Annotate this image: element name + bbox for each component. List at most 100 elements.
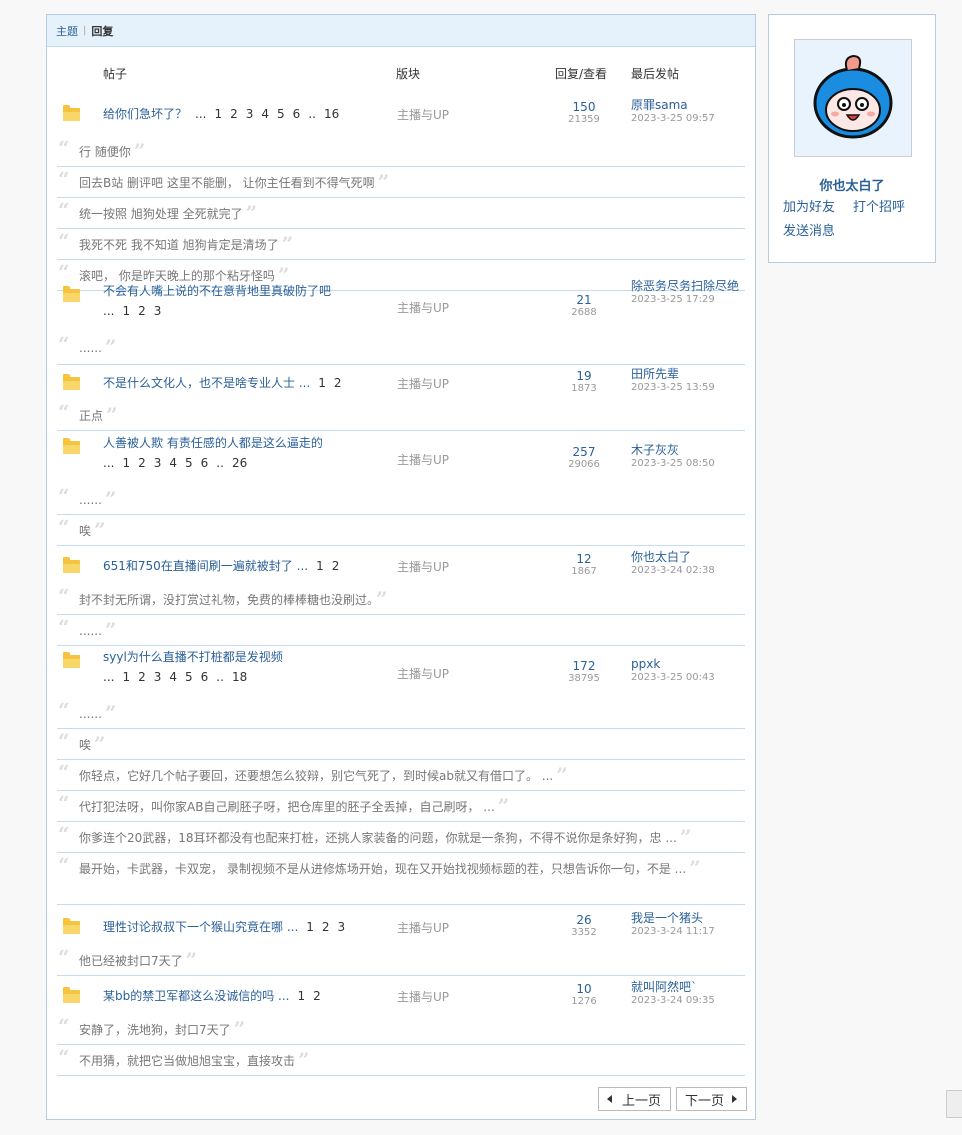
reply-quote[interactable]: “ 统一按照 旭狗处理 全死就完了” xyxy=(57,198,745,229)
page-link[interactable]: 1 xyxy=(122,456,130,470)
thread-title-link[interactable]: 理性讨论叔叔下一个猴山究竟在哪 ... xyxy=(103,920,298,934)
page-link[interactable]: 4 xyxy=(169,456,177,470)
page-link[interactable]: ... xyxy=(195,107,206,121)
page-link[interactable]: 2 xyxy=(332,559,340,573)
last-post-user[interactable]: 木子灰灰 xyxy=(631,443,751,457)
page-link[interactable]: .. xyxy=(216,456,224,470)
thread-title-link[interactable]: 人善被人欺 有责任感的人都是这么逼走的 xyxy=(103,436,323,450)
page-link[interactable]: 2 xyxy=(313,989,321,1003)
page-link[interactable]: 1 xyxy=(316,559,324,573)
page-link[interactable]: 16 xyxy=(324,107,339,121)
close-quote-icon: ” xyxy=(689,856,701,880)
last-post-user[interactable]: 我是一个猪头 xyxy=(631,911,751,925)
thread-forum[interactable]: 主播与UP xyxy=(397,299,449,316)
last-post-user[interactable]: 就叫阿然吧` xyxy=(631,980,751,994)
thread-title-link[interactable]: 不是什么文化人，也不是啥专业人士 ... xyxy=(103,376,310,390)
reply-quote[interactable]: “ 最开始，卡武器，卡双宠， 录制视频不是从进修炼场开始，现在又开始找视频标题的茬… xyxy=(57,853,745,905)
thread-forum[interactable]: 主播与UP xyxy=(397,919,449,936)
next-page-button[interactable]: 下一页 xyxy=(675,1087,747,1111)
reply-quote[interactable]: “ 你爹连个20武器，18耳环都没有也配来打桩，还挑人家装备的问题，你就是一条狗，… xyxy=(57,822,745,853)
thread-title-link[interactable]: 651和750在直播间刷一遍就被封了 ... xyxy=(103,559,308,573)
page-link[interactable]: 18 xyxy=(232,670,247,684)
thread-title: 不是什么文化人，也不是啥专业人士 ... 1 2 xyxy=(103,373,373,393)
reply-quote[interactable]: “ 代打犯法呀，叫你家AB自己刷胚子呀，把仓库里的胚子全丢掉，自己刷呀， ...” xyxy=(57,791,745,822)
page-link[interactable]: ... xyxy=(103,670,114,684)
reply-quote[interactable]: “ 不用猜，就把它当做旭旭宝宝，直接攻击” xyxy=(57,1045,745,1076)
page-link[interactable]: 2 xyxy=(334,376,342,390)
page-link[interactable]: ... xyxy=(103,304,114,318)
page-link[interactable]: 6 xyxy=(201,456,209,470)
page-link[interactable]: 1 xyxy=(298,989,306,1003)
page-link[interactable]: 1 xyxy=(122,670,130,684)
reply-quote[interactable]: “......” xyxy=(57,698,745,729)
page-link[interactable]: 26 xyxy=(232,456,247,470)
reply-quote[interactable]: “ 回去B站 删评吧 这里不能删， 让你主任看到不得气死啊” xyxy=(57,167,745,198)
last-post-user[interactable]: 原罪sama xyxy=(631,98,751,112)
page-link[interactable]: 1 xyxy=(122,304,130,318)
page-link[interactable]: 1 xyxy=(306,920,314,934)
page-link[interactable]: 5 xyxy=(185,456,193,470)
page-link[interactable]: 2 xyxy=(230,107,238,121)
reply-quote[interactable]: “ 他已经被封口7天了” xyxy=(57,945,745,976)
tab-replies[interactable]: 回复 xyxy=(91,23,113,39)
avatar[interactable] xyxy=(794,39,912,157)
tab-topics[interactable]: 主题 xyxy=(56,23,78,39)
page-link[interactable]: 3 xyxy=(246,107,254,121)
page-link[interactable]: 6 xyxy=(201,670,209,684)
thread-forum[interactable]: 主播与UP xyxy=(397,988,449,1005)
last-post-user[interactable]: 田所先辈 xyxy=(631,367,751,381)
last-post-time: 2023-3-24 09:35 xyxy=(631,994,715,1006)
reply-quote[interactable]: “ 唉” xyxy=(57,515,745,546)
page-link[interactable]: 4 xyxy=(261,107,269,121)
page-link[interactable]: 2 xyxy=(138,304,146,318)
page-link[interactable]: 2 xyxy=(322,920,330,934)
reply-quote-text: 我死不死 我不知道 旭狗肯定是清场了 xyxy=(79,238,279,252)
page-link[interactable]: 1 xyxy=(214,107,222,121)
thread-title-link[interactable]: 给你们急坏了？ xyxy=(103,107,187,121)
last-post-user[interactable]: 你也太白了 xyxy=(631,550,751,564)
page-link[interactable]: 3 xyxy=(154,670,162,684)
prev-page-button[interactable]: 上一页 xyxy=(597,1087,671,1111)
page-link[interactable]: 2 xyxy=(138,456,146,470)
page-link[interactable]: 4 xyxy=(169,670,177,684)
reply-quote[interactable]: “ 正点” xyxy=(57,400,745,431)
page-link[interactable]: 1 xyxy=(318,376,326,390)
open-quote-icon: “ xyxy=(58,1014,70,1038)
last-post-user[interactable]: 除恶务尽务扫除尽绝 xyxy=(631,279,751,293)
thread-title-link[interactable]: 某bb的禁卫军都这么没诚信的吗 ... xyxy=(103,989,290,1003)
page-link[interactable]: 3 xyxy=(154,304,162,318)
thread-title-link[interactable]: 不会有人嘴上说的不在意背地里真破防了吧 xyxy=(103,284,331,298)
page-link[interactable]: 6 xyxy=(293,107,301,121)
thread-forum[interactable]: 主播与UP xyxy=(397,665,449,682)
thread-title-link[interactable]: syyl为什么直播不打桩都是发视频 xyxy=(103,650,283,664)
thread-forum[interactable]: 主播与UP xyxy=(397,375,449,392)
add-friend-link[interactable]: 加为好友 xyxy=(783,196,835,215)
page-link[interactable]: 5 xyxy=(277,107,285,121)
page-link[interactable]: 3 xyxy=(338,920,346,934)
thread-stats: 150 21359 xyxy=(551,100,617,126)
page-link[interactable]: .. xyxy=(308,107,316,121)
thread-forum[interactable]: 主播与UP xyxy=(397,451,449,468)
last-post-user[interactable]: ppxk xyxy=(631,657,751,671)
page-link[interactable]: 2 xyxy=(138,670,146,684)
reply-quote[interactable]: “ 安静了，洗地狗，封口7天了” xyxy=(57,1014,745,1045)
reply-quote[interactable]: “ 封不封无所谓，没打赏过礼物，免费的棒棒糖也没刷过。” xyxy=(57,584,745,615)
profile-username[interactable]: 你也太白了 xyxy=(769,175,935,194)
page-link[interactable]: .. xyxy=(216,670,224,684)
thread-forum[interactable]: 主播与UP xyxy=(397,558,449,575)
last-post-time: 2023-3-24 02:38 xyxy=(631,564,715,576)
side-float-tab[interactable] xyxy=(946,1090,962,1118)
reply-quote[interactable]: “......” xyxy=(57,332,745,365)
page-link[interactable]: ... xyxy=(103,456,114,470)
reply-quote[interactable]: “ 行 随便你” xyxy=(57,136,745,167)
page-link[interactable]: 3 xyxy=(154,456,162,470)
reply-quote[interactable]: “ 唉” xyxy=(57,729,745,760)
reply-quote[interactable]: “......” xyxy=(57,484,745,515)
send-message-link[interactable]: 发送消息 xyxy=(783,220,835,239)
page-link[interactable]: 5 xyxy=(185,670,193,684)
reply-quote[interactable]: “ 你轻点，它好几个帖子要回，还要想怎么狡辩，别它气死了，到时候ab就又有借口了。… xyxy=(57,760,745,791)
reply-quote[interactable]: “......” xyxy=(57,615,745,646)
greet-link[interactable]: 打个招呼 xyxy=(853,196,905,215)
reply-quote[interactable]: “ 我死不死 我不知道 旭狗肯定是清场了” xyxy=(57,229,745,260)
thread-forum[interactable]: 主播与UP xyxy=(397,106,449,123)
